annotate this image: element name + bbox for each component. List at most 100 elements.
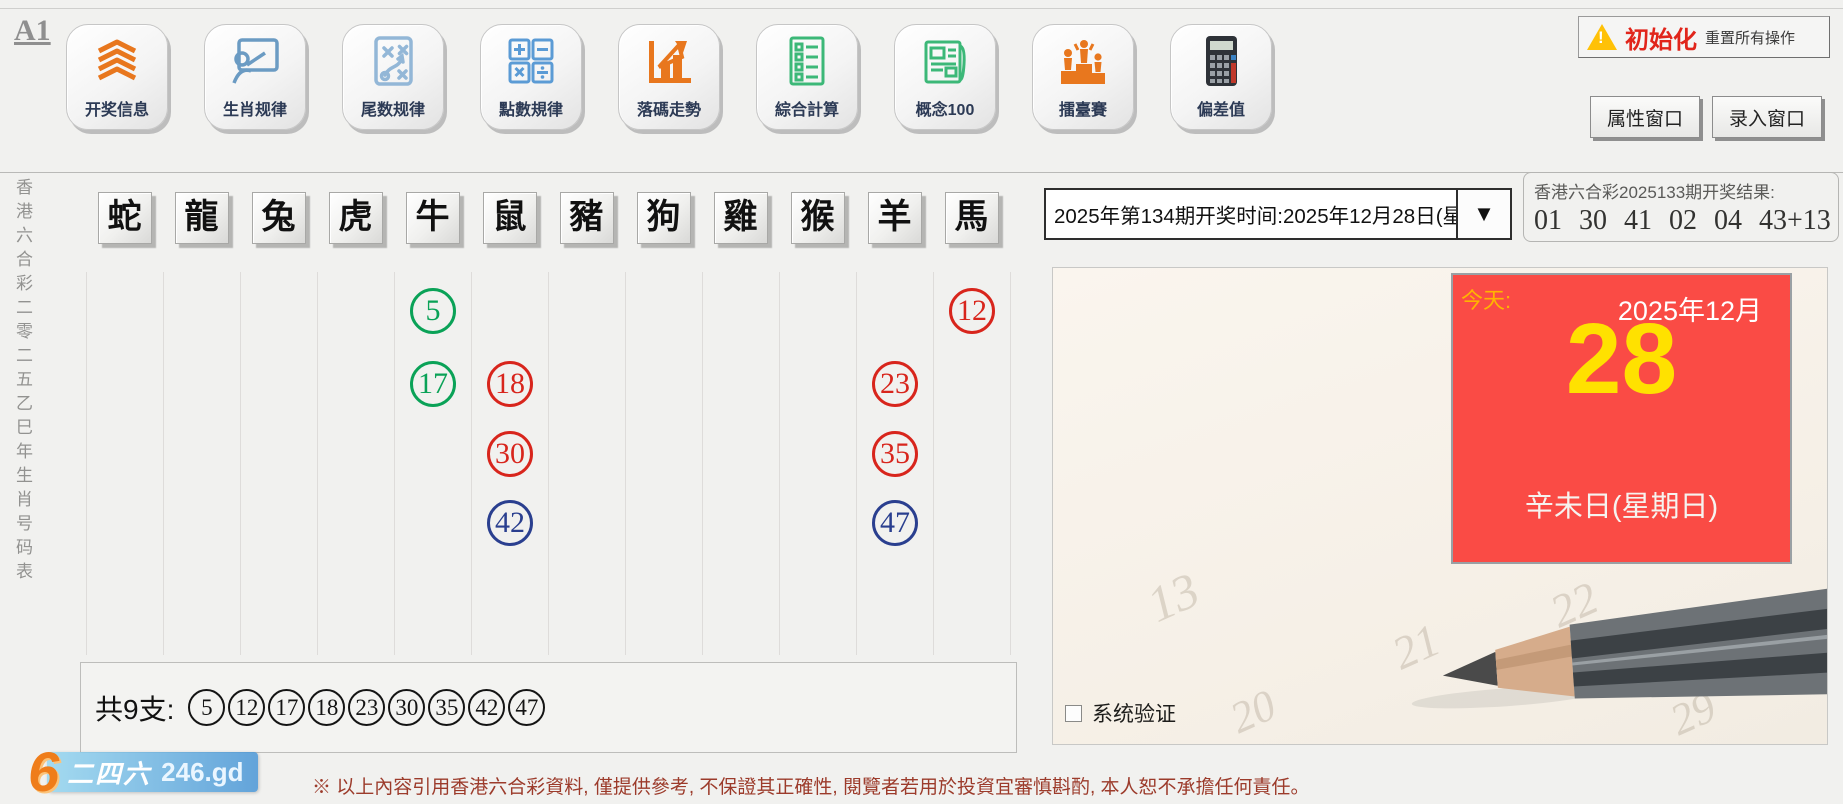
dropdown-arrow-icon[interactable]: ▼ <box>1456 190 1510 238</box>
zodiac-button-rat[interactable]: 鼠 <box>482 192 537 244</box>
result-numbers: 01 30 41 02 04 43+13 <box>1534 205 1831 236</box>
summary-number: 30 <box>388 689 426 726</box>
newspaper-icon <box>924 40 966 84</box>
zodiac-button-dog[interactable]: 狗 <box>636 192 691 244</box>
grid-column <box>626 272 703 655</box>
today-day: 28 <box>1565 303 1678 415</box>
grid-column <box>87 272 164 655</box>
grid-column <box>780 272 857 655</box>
toolbar-button-concept-100[interactable]: 概念100 <box>894 24 996 130</box>
result-title: 香港六合彩2025133期开奖结果: <box>1534 183 1775 202</box>
watermark-script: 二四六 <box>67 758 152 789</box>
toolbar-button-tail-rule[interactable]: 尾数规律 <box>342 24 444 130</box>
bar-chart-icon <box>649 40 691 83</box>
draw-select-dropdown[interactable]: 2025年第134期开奖时间:2025年12月28日(星期日) ▼ <box>1044 188 1512 240</box>
number-ball: 12 <box>949 288 995 334</box>
number-ball: 47 <box>872 500 918 546</box>
toolbar-button-draw-info[interactable]: 开奖信息 <box>66 24 168 130</box>
zodiac-button-ox[interactable]: 牛 <box>405 192 460 244</box>
toolbar-button-trend[interactable]: 落碼走勢 <box>618 24 720 130</box>
zodiac-button-goat[interactable]: 羊 <box>867 192 922 244</box>
zodiac-button-horse[interactable]: 馬 <box>944 192 999 244</box>
app: { "window": { "corner_label": "A1" }, "t… <box>0 0 1843 804</box>
calendar-bg-number: 20 <box>1222 680 1284 743</box>
toolbar-button-label: 尾数规律 <box>360 102 425 119</box>
summary-number: 23 <box>348 689 386 726</box>
zodiac-button-tiger[interactable]: 虎 <box>328 192 383 244</box>
grid-column <box>549 272 626 655</box>
toolbar-button-label: 擂臺賽 <box>1058 102 1107 119</box>
checklist-icon <box>789 36 825 86</box>
watermark-domain: 246.gd <box>161 756 244 787</box>
window-top-border <box>0 8 1843 9</box>
number-ball: 30 <box>487 431 533 477</box>
podium-icon <box>1061 40 1105 84</box>
warning-icon <box>1587 24 1617 50</box>
grid-column <box>318 272 395 655</box>
left-title-strip: 香港六合彩二零二五乙巳年生肖号码表 <box>13 178 32 586</box>
calendar-panel: 13 21 22 20 29 今天: 2025年12月 28 辛未日(星期日) … <box>1052 267 1828 745</box>
zodiac-row: 蛇 龍 兔 虎 牛 鼠 豬 狗 雞 猴 羊 馬 <box>86 192 1010 246</box>
summary-number: 42 <box>468 689 506 726</box>
summary-numbers: 5 12 17 18 23 30 35 42 47 <box>188 689 546 726</box>
grid-column <box>703 272 780 655</box>
strategy-icon <box>374 36 413 86</box>
zodiac-button-dragon[interactable]: 龍 <box>174 192 229 244</box>
summary-number: 35 <box>428 689 466 726</box>
system-verify-checkbox-row[interactable]: 系统验证 <box>1065 698 1176 728</box>
zodiac-number-grid: 5 12 17 18 23 30 35 42 47 <box>86 272 1011 655</box>
toolbar-button-label: 概念100 <box>915 102 975 119</box>
summary-number: 18 <box>308 689 346 726</box>
disclaimer-text: ※ 以上內容引用香港六合彩資料, 僅提供參考, 不保證其正確性, 閱覽者若用於投… <box>312 777 1310 798</box>
initialize-label: 初始化 <box>1625 26 1697 54</box>
number-ball: 35 <box>872 431 918 477</box>
summary-number: 47 <box>508 689 546 726</box>
watermark-six-glyph: 6 <box>28 740 60 803</box>
toolbar-button-arena[interactable]: 擂臺賽 <box>1032 24 1134 130</box>
initialize-button[interactable]: 初始化 重置所有操作 <box>1578 16 1830 58</box>
calendar-bg-number: 13 <box>1138 561 1208 633</box>
zodiac-button-rooster[interactable]: 雞 <box>713 192 768 244</box>
zodiac-button-rabbit[interactable]: 兔 <box>251 192 306 244</box>
toolbar-button-label: 生肖规律 <box>222 102 287 119</box>
grid-column <box>164 272 241 655</box>
toolbar-button-label: 开奖信息 <box>84 102 149 119</box>
pencil-image <box>1411 588 1827 709</box>
toolbar-button-label: 點數規律 <box>498 102 563 119</box>
zodiac-button-monkey[interactable]: 猴 <box>790 192 845 244</box>
summary-prefix: 共9支: <box>95 693 175 725</box>
toolbar-button-label: 落碼走勢 <box>636 102 701 119</box>
entry-window-button[interactable]: 录入窗口 <box>1712 96 1822 138</box>
toolbar-button-zodiac-rule[interactable]: 生肖规律 <box>204 24 306 130</box>
today-day-info: 辛未日(星期日) <box>1524 491 1719 523</box>
zodiac-button-snake[interactable]: 蛇 <box>97 192 152 244</box>
toolbar-button-composite-calc[interactable]: 綜合計算 <box>756 24 858 130</box>
system-verify-label: 系统验证 <box>1092 703 1176 726</box>
grid-column <box>241 272 318 655</box>
summary-number: 12 <box>228 689 266 726</box>
number-ball: 5 <box>410 288 456 334</box>
toolbar-button-deviation[interactable]: 偏差值 <box>1170 24 1272 130</box>
summary-number: 5 <box>188 689 226 726</box>
number-ball: 42 <box>487 500 533 546</box>
toolbar-button-label: 綜合計算 <box>774 102 839 119</box>
properties-window-button[interactable]: 属性窗口 <box>1590 96 1700 138</box>
today-box: 今天: 2025年12月 28 辛未日(星期日) <box>1451 273 1792 564</box>
checkbox-icon[interactable] <box>1065 704 1082 722</box>
draw-select-value: 2025年第134期开奖时间:2025年12月28日(星期日) <box>1054 205 1456 228</box>
watermark-logo: 6 二四六 246.gd <box>28 744 308 800</box>
zodiac-button-pig[interactable]: 豬 <box>559 192 614 244</box>
result-panel: 香港六合彩2025133期开奖结果: 01 30 41 02 04 43+13 <box>1523 172 1839 242</box>
summary-bar: 共9支: 5 12 17 18 23 30 35 42 47 <box>80 662 1017 753</box>
books-icon <box>97 39 137 81</box>
toolbar-button-label: 偏差值 <box>1196 102 1245 119</box>
summary-number: 17 <box>268 689 306 726</box>
math-icon <box>508 38 554 84</box>
number-ball: 23 <box>872 361 918 407</box>
number-ball: 17 <box>410 361 456 407</box>
watermark-box: 二四六 246.gd <box>47 752 258 792</box>
calculator-icon <box>1206 36 1237 86</box>
toolbar: 开奖信息 生肖规律 尾数规律 點數規律 落碼走勢 綜合計算 概念100 擂臺賽 … <box>0 20 1400 135</box>
presenter-icon <box>232 38 279 84</box>
toolbar-button-points-rule[interactable]: 點數規律 <box>480 24 582 130</box>
